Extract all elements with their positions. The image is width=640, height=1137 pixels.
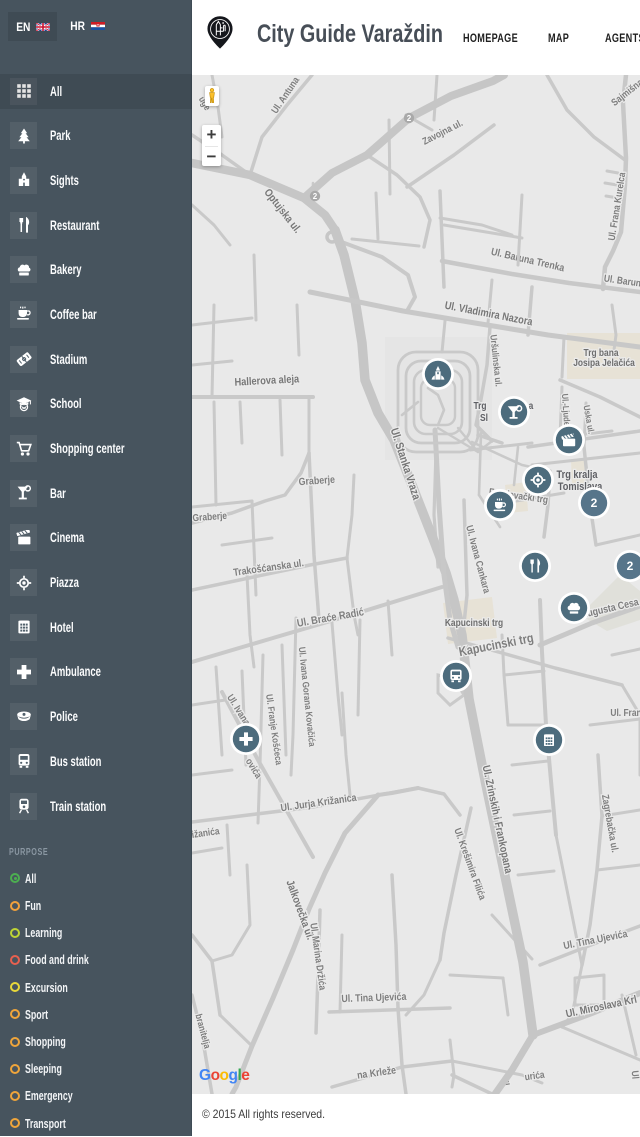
svg-text:Ul. Fran: Ul. Fran — [610, 707, 640, 718]
svg-text:Trg kralja: Trg kralja — [556, 469, 597, 481]
svg-text:Ul. Tina Ujevića: Ul. Tina Ujevića — [341, 991, 407, 1005]
svg-text:Ul.-Ljude: Ul.-Ljude — [560, 393, 573, 426]
svg-text:Sl: Sl — [480, 412, 488, 423]
svg-text:Trg: Trg — [473, 400, 486, 411]
svg-text:2: 2 — [591, 496, 598, 510]
svg-text:2: 2 — [407, 114, 412, 123]
svg-text:Kapucinski trg: Kapucinski trg — [445, 617, 504, 628]
svg-text:Josipa Jelačića: Josipa Jelačića — [573, 357, 635, 368]
svg-text:2: 2 — [313, 192, 318, 201]
svg-text:Ul: Ul — [629, 1070, 640, 1079]
svg-text:2: 2 — [627, 559, 634, 573]
